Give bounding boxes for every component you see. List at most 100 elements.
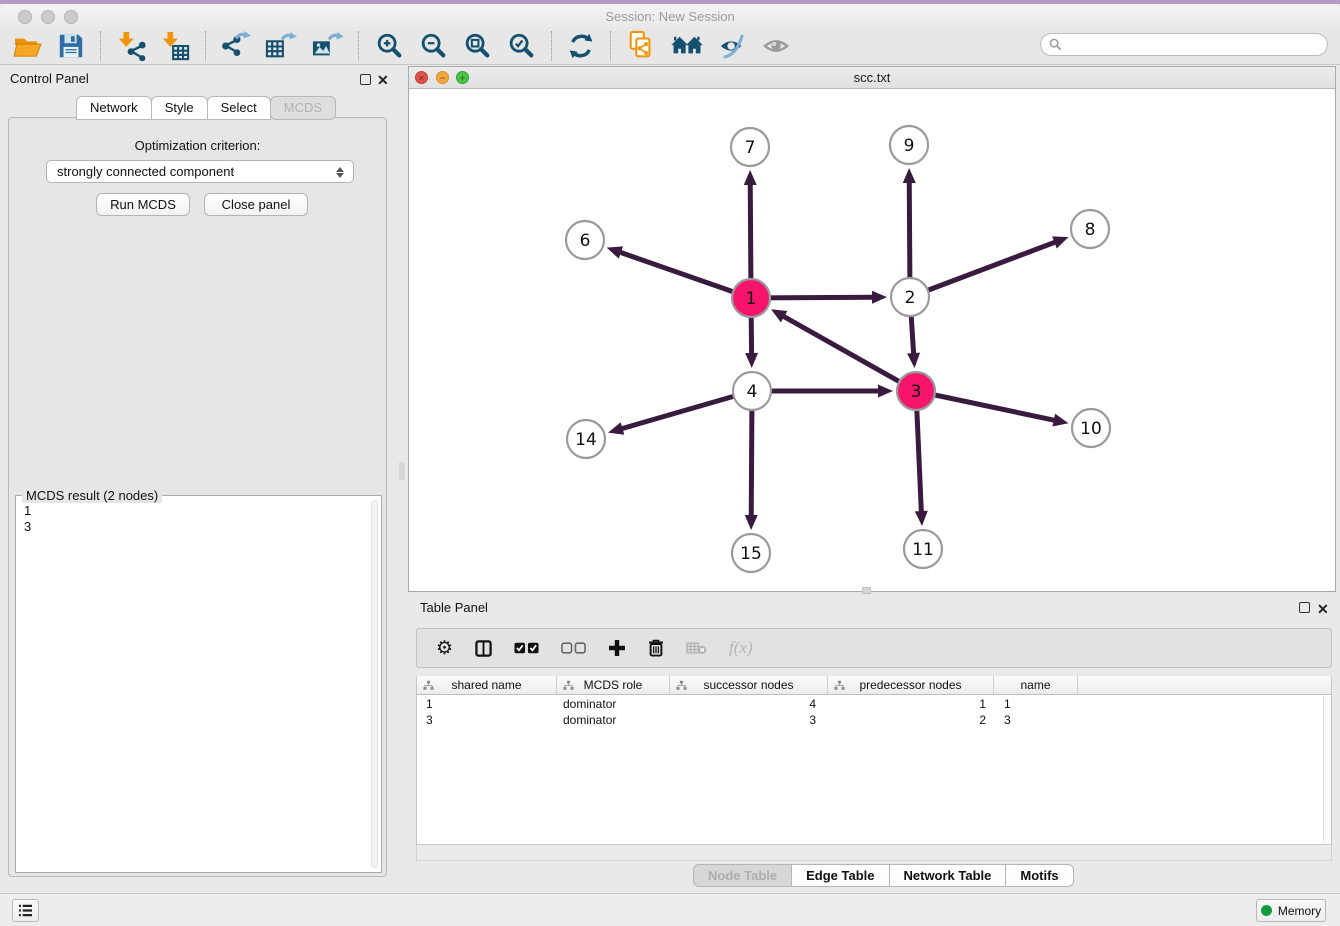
result-scrollbar[interactable] xyxy=(371,500,378,868)
zoom-in-button[interactable] xyxy=(367,29,411,63)
column-header-shared-name[interactable]: shared name xyxy=(417,676,557,695)
table-row[interactable]: 3 dominator 3 2 3 xyxy=(417,713,1331,729)
zoom-selected-button[interactable] xyxy=(499,29,543,63)
horizontal-splitter-grip[interactable] xyxy=(862,587,871,594)
graph-edge-arrowhead xyxy=(745,515,758,530)
table-panel-tabs: Node Table Edge Table Network Table Moti… xyxy=(694,864,1074,887)
import-table-button[interactable] xyxy=(153,29,197,63)
delete-table-button[interactable] xyxy=(677,630,716,666)
column-namespace-icon xyxy=(563,680,574,691)
unselect-all-columns-button[interactable] xyxy=(552,630,595,666)
column-label: MCDS role xyxy=(584,678,643,692)
network-graph[interactable]: 1234678910111415 xyxy=(409,89,1335,591)
tab-mcds[interactable]: MCDS xyxy=(270,96,336,120)
zoom-fit-icon xyxy=(462,31,492,61)
graph-node-label: 1 xyxy=(746,289,757,309)
home-reset-layout-button[interactable] xyxy=(663,29,711,63)
select-stepper-icon xyxy=(333,164,346,180)
eye-icon xyxy=(762,33,792,59)
graph-edge-4-14[interactable] xyxy=(621,391,752,429)
column-label: predecessor nodes xyxy=(859,678,961,692)
clone-network-button[interactable] xyxy=(619,29,663,63)
split-panel-button[interactable] xyxy=(466,630,501,666)
optimization-criterion-label: Optimization criterion: xyxy=(9,138,386,153)
zoom-selected-icon xyxy=(506,31,536,61)
tab-network[interactable]: Network xyxy=(76,96,152,120)
control-panel-close-button[interactable]: ✕ xyxy=(377,74,389,86)
graph-node-label: 8 xyxy=(1085,220,1096,240)
import-table-icon xyxy=(160,31,190,61)
close-panel-button[interactable]: Close panel xyxy=(204,193,308,216)
graph-edge-arrowhead xyxy=(608,422,624,434)
tab-edge-table[interactable]: Edge Table xyxy=(791,864,889,887)
graph-node-label: 2 xyxy=(905,288,916,308)
table-settings-button[interactable]: ⚙ xyxy=(427,630,462,666)
zoom-out-button[interactable] xyxy=(411,29,455,63)
graph-edge-3-1[interactable] xyxy=(782,316,916,391)
list-icon xyxy=(18,904,33,917)
eye-slash-icon xyxy=(718,32,748,60)
toolbar-separator xyxy=(100,31,101,61)
tab-style[interactable]: Style xyxy=(151,96,208,120)
export-table-button[interactable] xyxy=(258,29,304,63)
zoom-in-icon xyxy=(374,31,404,61)
run-mcds-button[interactable]: Run MCDS xyxy=(96,193,190,216)
cell-mcds-role: dominator xyxy=(557,713,670,729)
search-box xyxy=(1040,33,1328,56)
titlebar: Session: New Session xyxy=(0,4,1340,28)
graph-edge-arrowhead xyxy=(607,246,623,258)
network-window-titlebar[interactable]: × − + scc.txt xyxy=(409,67,1335,89)
column-header-name[interactable]: name xyxy=(994,676,1078,695)
import-network-button[interactable] xyxy=(109,29,153,63)
graph-edge-2-8[interactable] xyxy=(910,242,1056,297)
zoom-fit-button[interactable] xyxy=(455,29,499,63)
graph-node-label: 11 xyxy=(912,540,934,560)
vertical-splitter-grip[interactable] xyxy=(399,462,405,480)
select-all-columns-button[interactable] xyxy=(505,630,548,666)
memory-label: Memory xyxy=(1278,904,1321,918)
table-vertical-scrollbar[interactable] xyxy=(1323,696,1330,843)
hide-selection-button[interactable] xyxy=(711,29,755,63)
column-header-predecessor-nodes[interactable]: predecessor nodes xyxy=(828,676,994,695)
zoom-out-icon xyxy=(418,31,448,61)
cell-name: 3 xyxy=(994,713,1078,729)
table-row[interactable]: 1 dominator 4 1 1 xyxy=(417,697,1331,713)
table-panel-float-button[interactable] xyxy=(1299,602,1310,613)
save-floppy-icon xyxy=(57,32,85,60)
open-session-button[interactable] xyxy=(6,29,50,63)
graph-edge-arrowhead xyxy=(872,291,887,304)
graph-node-label: 9 xyxy=(904,136,915,156)
cell-predecessor-nodes: 2 xyxy=(828,713,994,729)
tab-node-table[interactable]: Node Table xyxy=(693,864,792,887)
tab-select[interactable]: Select xyxy=(207,96,271,120)
delete-column-button[interactable] xyxy=(639,630,673,666)
search-input[interactable] xyxy=(1067,36,1327,54)
export-network-button[interactable] xyxy=(214,29,258,63)
graph-edge-3-10[interactable] xyxy=(916,391,1056,421)
table-horizontal-scrollbar[interactable] xyxy=(416,845,1332,861)
add-column-button[interactable] xyxy=(599,630,635,666)
mcds-result-box: MCDS result (2 nodes) 1 3 xyxy=(15,495,382,873)
function-builder-button[interactable]: f(x) xyxy=(720,630,762,666)
tab-network-table[interactable]: Network Table xyxy=(889,864,1007,887)
column-namespace-icon xyxy=(676,680,687,691)
graph-node-label: 7 xyxy=(745,138,756,158)
table-panel-close-button[interactable]: ✕ xyxy=(1317,603,1329,615)
apply-layout-button[interactable] xyxy=(560,29,602,63)
graph-edge-1-6[interactable] xyxy=(619,252,751,298)
graph-node-label: 14 xyxy=(575,430,597,450)
export-image-button[interactable] xyxy=(304,29,350,63)
control-panel-float-button[interactable] xyxy=(360,74,371,85)
trash-icon xyxy=(648,639,664,657)
tab-motifs[interactable]: Motifs xyxy=(1005,864,1073,887)
optimization-selected-value: strongly connected component xyxy=(57,164,234,179)
task-history-button[interactable] xyxy=(12,899,39,922)
optimization-select[interactable]: strongly connected component xyxy=(46,160,354,183)
result-line: 3 xyxy=(24,519,31,535)
show-selection-button[interactable] xyxy=(755,29,799,63)
mcds-result-title: MCDS result (2 nodes) xyxy=(22,488,162,503)
column-header-mcds-role[interactable]: MCDS role xyxy=(557,676,670,695)
save-session-button[interactable] xyxy=(50,29,92,63)
memory-button[interactable]: Memory xyxy=(1256,899,1326,922)
column-header-successor-nodes[interactable]: successor nodes xyxy=(670,676,828,695)
